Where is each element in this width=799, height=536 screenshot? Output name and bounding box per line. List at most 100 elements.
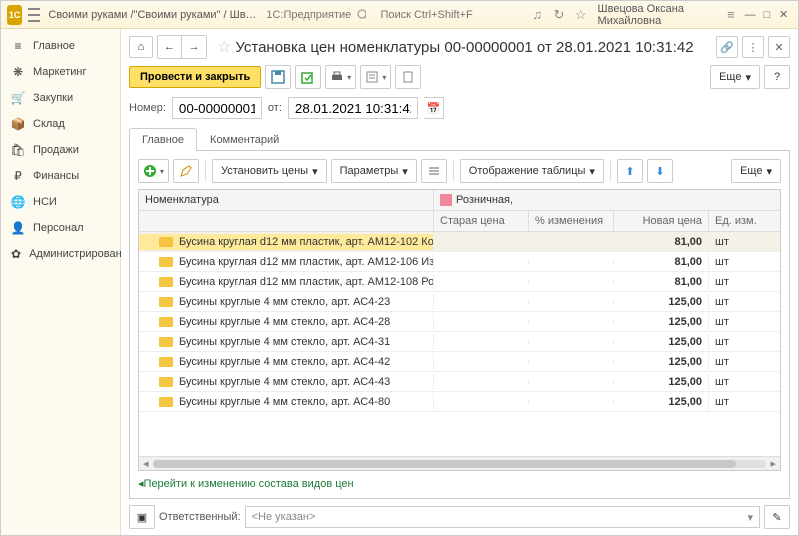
minimize-button[interactable]: — bbox=[742, 5, 759, 25]
new-price-cell[interactable]: 125,00 bbox=[614, 294, 709, 310]
more-menu-icon[interactable]: ⋮ bbox=[742, 36, 764, 58]
table-row[interactable]: Бусины круглые 4 мм стекло, арт. АС4-231… bbox=[139, 292, 780, 312]
history-icon[interactable]: ↻ bbox=[552, 6, 566, 24]
favorite-icon[interactable]: ☆ bbox=[217, 37, 231, 57]
unit-cell[interactable]: шт bbox=[709, 334, 780, 350]
table-row[interactable]: Бусина круглая d12 мм пластик, арт. АМ12… bbox=[139, 272, 780, 292]
new-price-cell[interactable]: 125,00 bbox=[614, 314, 709, 330]
sidebar-item[interactable]: 🛍Продажи bbox=[1, 137, 120, 163]
search-input[interactable] bbox=[376, 5, 526, 25]
post-button[interactable] bbox=[295, 65, 321, 89]
col-unit[interactable]: Ед. изм. bbox=[709, 211, 780, 231]
pct-cell[interactable] bbox=[529, 400, 614, 404]
edit-price-types-link[interactable]: ◂ Перейти к изменению состава видов цен bbox=[138, 477, 781, 490]
unit-cell[interactable]: шт bbox=[709, 294, 780, 310]
pct-cell[interactable] bbox=[529, 240, 614, 244]
inner-more-button[interactable]: Еще▾ bbox=[731, 159, 781, 183]
document-button[interactable] bbox=[395, 65, 421, 89]
set-prices-button[interactable]: Установить цены▾ bbox=[212, 159, 327, 183]
unit-cell[interactable]: шт bbox=[709, 374, 780, 390]
menu-icon[interactable] bbox=[28, 8, 40, 22]
back-button[interactable]: ← bbox=[158, 36, 182, 58]
save-button[interactable] bbox=[265, 65, 291, 89]
bookmark-icon[interactable]: ▣ bbox=[129, 505, 155, 529]
report-button[interactable]: ▾ bbox=[360, 65, 391, 89]
breadcrumb[interactable]: Своими руками /"Своими руками" / Шве... bbox=[48, 9, 258, 21]
params-button[interactable]: Параметры▾ bbox=[331, 159, 417, 183]
col-nomenclature[interactable]: Номенклатура bbox=[139, 190, 434, 210]
add-button[interactable]: ▾ bbox=[138, 159, 169, 183]
pct-cell[interactable] bbox=[529, 380, 614, 384]
sidebar-item[interactable]: 🛒Закупки bbox=[1, 85, 120, 111]
new-price-cell[interactable]: 125,00 bbox=[614, 394, 709, 410]
sidebar-item[interactable]: ≡Главное bbox=[1, 33, 120, 59]
old-price-cell[interactable] bbox=[434, 280, 529, 284]
sidebar-item[interactable]: ₽Финансы bbox=[1, 163, 120, 189]
home-button[interactable]: ⌂ bbox=[129, 36, 153, 58]
old-price-cell[interactable] bbox=[434, 300, 529, 304]
move-up-button[interactable]: ⬆ bbox=[617, 159, 643, 183]
col-old-price[interactable]: Старая цена bbox=[434, 211, 529, 231]
table-display-button[interactable]: Отображение таблицы▾ bbox=[460, 159, 604, 183]
table-row[interactable]: Бусина круглая d12 мм пластик, арт. АМ12… bbox=[139, 252, 780, 272]
sidebar-item[interactable]: 📦Склад bbox=[1, 111, 120, 137]
user-menu-icon[interactable]: ≡ bbox=[724, 6, 738, 24]
table-row[interactable]: Бусина круглая d12 мм пластик, арт. АМ12… bbox=[139, 232, 780, 252]
calendar-icon[interactable]: 📅 bbox=[424, 97, 444, 119]
print-button[interactable]: ▾ bbox=[325, 65, 356, 89]
star-icon[interactable]: ☆ bbox=[574, 6, 588, 24]
new-price-cell[interactable]: 125,00 bbox=[614, 334, 709, 350]
old-price-cell[interactable] bbox=[434, 340, 529, 344]
sidebar-item[interactable]: ❋Маркетинг bbox=[1, 59, 120, 85]
pct-cell[interactable] bbox=[529, 320, 614, 324]
col-pct-change[interactable]: % изменения bbox=[529, 211, 614, 231]
unit-cell[interactable]: шт bbox=[709, 234, 780, 250]
old-price-cell[interactable] bbox=[434, 380, 529, 384]
table-row[interactable]: Бусины круглые 4 мм стекло, арт. АС4-311… bbox=[139, 332, 780, 352]
table-row[interactable]: Бусины круглые 4 мм стекло, арт. АС4-281… bbox=[139, 312, 780, 332]
open-button[interactable]: ✎ bbox=[764, 505, 790, 529]
forward-button[interactable]: → bbox=[182, 36, 206, 58]
responsible-select[interactable]: <Не указан>▾ bbox=[245, 506, 760, 528]
more-button[interactable]: Еще▾ bbox=[710, 65, 760, 89]
new-price-cell[interactable]: 81,00 bbox=[614, 234, 709, 250]
pct-cell[interactable] bbox=[529, 300, 614, 304]
new-price-cell[interactable]: 81,00 bbox=[614, 274, 709, 290]
sidebar-item[interactable]: 🌐НСИ bbox=[1, 189, 120, 215]
old-price-cell[interactable] bbox=[434, 260, 529, 264]
new-price-cell[interactable]: 125,00 bbox=[614, 374, 709, 390]
move-down-button[interactable]: ⬇ bbox=[647, 159, 673, 183]
user-name[interactable]: Швецова Оксана Михайловна bbox=[598, 3, 715, 27]
tab-comment[interactable]: Комментарий bbox=[197, 128, 292, 151]
pct-cell[interactable] bbox=[529, 260, 614, 264]
old-price-cell[interactable] bbox=[434, 320, 529, 324]
table-row[interactable]: Бусины круглые 4 мм стекло, арт. АС4-801… bbox=[139, 392, 780, 412]
pct-cell[interactable] bbox=[529, 360, 614, 364]
table-row[interactable]: Бусины круглые 4 мм стекло, арт. АС4-421… bbox=[139, 352, 780, 372]
maximize-button[interactable]: □ bbox=[759, 5, 776, 25]
old-price-cell[interactable] bbox=[434, 400, 529, 404]
sidebar-item[interactable]: 👤Персонал bbox=[1, 215, 120, 241]
tab-main[interactable]: Главное bbox=[129, 128, 197, 151]
unit-cell[interactable]: шт bbox=[709, 274, 780, 290]
pct-cell[interactable] bbox=[529, 340, 614, 344]
date-field[interactable] bbox=[288, 97, 418, 119]
number-field[interactable] bbox=[172, 97, 262, 119]
table-row[interactable]: Бусины круглые 4 мм стекло, арт. АС4-431… bbox=[139, 372, 780, 392]
close-button[interactable]: ✕ bbox=[775, 5, 792, 25]
horizontal-scrollbar[interactable]: ◂ ▸ bbox=[139, 456, 780, 470]
unit-cell[interactable]: шт bbox=[709, 354, 780, 370]
col-retail-group[interactable]: Розничная, bbox=[434, 190, 780, 210]
list-button[interactable] bbox=[421, 159, 447, 183]
col-new-price[interactable]: Новая цена bbox=[614, 211, 709, 231]
unit-cell[interactable]: шт bbox=[709, 314, 780, 330]
sidebar-item[interactable]: ✿Администрирование bbox=[1, 241, 120, 267]
bell-icon[interactable]: ♫ bbox=[530, 6, 544, 24]
new-price-cell[interactable]: 81,00 bbox=[614, 254, 709, 270]
unit-cell[interactable]: шт bbox=[709, 394, 780, 410]
unit-cell[interactable]: шт bbox=[709, 254, 780, 270]
old-price-cell[interactable] bbox=[434, 240, 529, 244]
pct-cell[interactable] bbox=[529, 280, 614, 284]
link-button[interactable]: 🔗 bbox=[716, 36, 738, 58]
old-price-cell[interactable] bbox=[434, 360, 529, 364]
